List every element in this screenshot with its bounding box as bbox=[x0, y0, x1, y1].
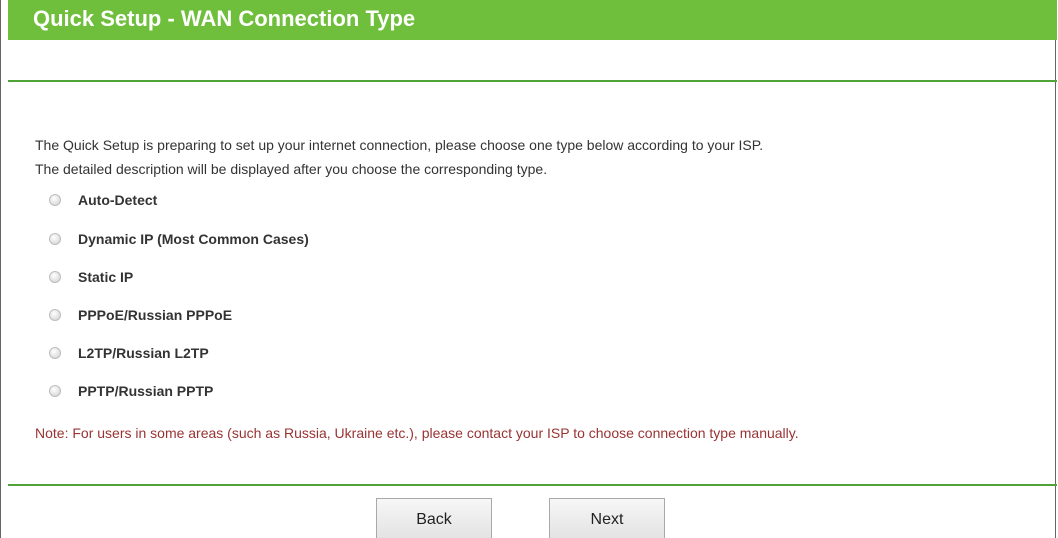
radio-pptp[interactable] bbox=[49, 385, 61, 397]
option-static-ip[interactable]: Static IP bbox=[49, 267, 133, 287]
option-pptp[interactable]: PPTP/Russian PPTP bbox=[49, 381, 213, 401]
option-label: Auto-Detect bbox=[78, 192, 158, 208]
option-pppoe[interactable]: PPPoE/Russian PPPoE bbox=[49, 305, 232, 325]
option-label: L2TP/Russian L2TP bbox=[78, 345, 209, 361]
option-label: Dynamic IP (Most Common Cases) bbox=[78, 231, 309, 247]
intro-text-line-1: The Quick Setup is preparing to set up y… bbox=[35, 137, 764, 153]
option-l2tp[interactable]: L2TP/Russian L2TP bbox=[49, 343, 209, 363]
back-button[interactable]: Back bbox=[376, 498, 492, 538]
option-dynamic-ip[interactable]: Dynamic IP (Most Common Cases) bbox=[49, 229, 309, 249]
page-title: Quick Setup - WAN Connection Type bbox=[33, 6, 416, 31]
radio-auto-detect[interactable] bbox=[49, 194, 61, 206]
page-header: Quick Setup - WAN Connection Type bbox=[8, 0, 1057, 40]
radio-static-ip[interactable] bbox=[49, 271, 61, 283]
quick-setup-frame: Quick Setup - WAN Connection Type The Qu… bbox=[0, 0, 1057, 538]
radio-dynamic-ip[interactable] bbox=[49, 233, 61, 245]
bottom-divider bbox=[8, 484, 1057, 486]
next-button[interactable]: Next bbox=[549, 498, 665, 538]
option-auto-detect[interactable]: Auto-Detect bbox=[49, 190, 157, 210]
intro-text-line-2: The detailed description will be display… bbox=[35, 161, 548, 177]
top-divider bbox=[8, 80, 1057, 82]
radio-l2tp[interactable] bbox=[49, 347, 61, 359]
option-label: PPPoE/Russian PPPoE bbox=[78, 307, 233, 323]
option-label: PPTP/Russian PPTP bbox=[78, 383, 214, 399]
note-text: Note: For users in some areas (such as R… bbox=[35, 425, 799, 441]
option-label: Static IP bbox=[78, 269, 134, 285]
radio-pppoe[interactable] bbox=[49, 309, 61, 321]
